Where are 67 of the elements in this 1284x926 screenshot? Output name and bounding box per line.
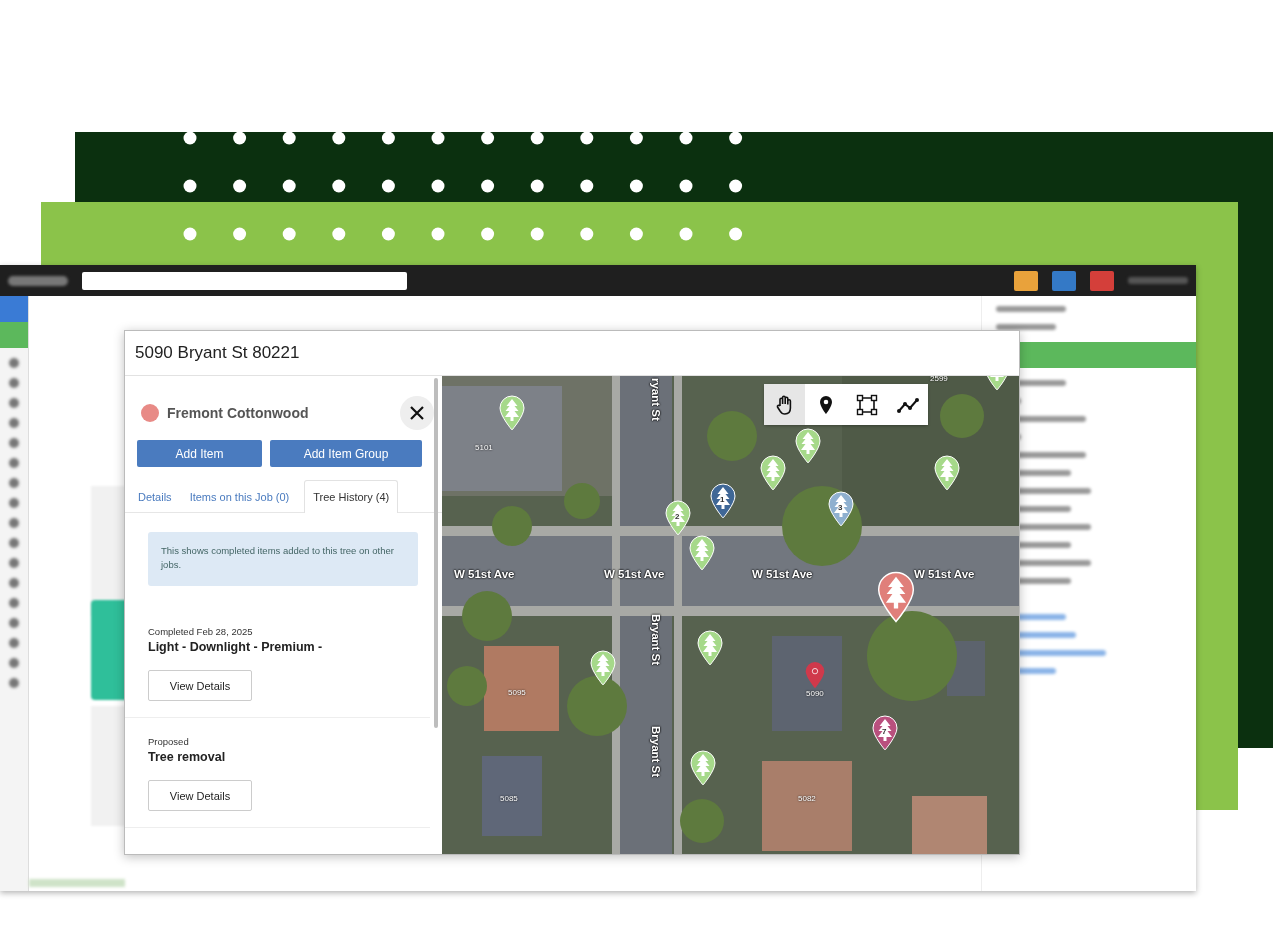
street-label: W 51st Ave (454, 568, 515, 580)
tree-pin-icon[interactable] (689, 535, 715, 571)
location-pin-icon[interactable] (805, 661, 825, 689)
house-number: 2599 (930, 376, 948, 383)
pin-number: 2 (675, 512, 680, 521)
tree-pin-icon[interactable] (872, 715, 898, 751)
tree-pin-icon[interactable] (590, 650, 616, 686)
add-item-group-button[interactable]: Add Item Group (270, 440, 422, 467)
scrollbar[interactable] (434, 378, 438, 728)
tree-canopy (680, 799, 724, 843)
pin-number: 1 (720, 495, 725, 504)
pin-number: 3 (838, 503, 843, 512)
tree-canopy (567, 676, 627, 736)
blurred-logo (8, 275, 68, 286)
street-label: Bryant St (649, 726, 662, 778)
street-label: ryant St (649, 378, 662, 421)
tree-pin-icon[interactable] (690, 750, 716, 786)
history-title: Light - Downlight - Premium - (148, 640, 324, 654)
map-tool-button[interactable] (887, 384, 928, 425)
street-label: W 51st Ave (752, 568, 813, 580)
house-number: 5085 (500, 794, 518, 803)
tree-name: Fremont Cottonwood (167, 405, 310, 421)
tab[interactable]: Tree History (4) (304, 480, 399, 513)
info-notice: This shows completed items added to this tree on other jobs. (148, 532, 418, 586)
tree-pin-icon[interactable] (934, 455, 960, 491)
history-status: Completed Feb 28, 2025 (148, 626, 254, 637)
toolbar-button[interactable] (1090, 270, 1114, 291)
history-status: Proposed (148, 736, 190, 747)
blurred-user-name (1128, 277, 1188, 284)
map-tool-button[interactable] (805, 384, 846, 425)
map-tool-button[interactable] (764, 384, 805, 425)
add-item-button[interactable]: Add Item (137, 440, 262, 467)
street-label: W 51st Ave (914, 568, 975, 580)
tree-canopy (462, 591, 512, 641)
tree-pin-icon[interactable] (760, 455, 786, 491)
history-title: Tree removal (148, 750, 227, 764)
select-area-icon (855, 393, 878, 416)
tree-pin-icon[interactable] (710, 483, 736, 519)
blurred-line (996, 324, 1056, 330)
street-label: Bryant St (649, 614, 662, 666)
tree-canopy (564, 483, 600, 519)
tree-canopy (492, 506, 532, 546)
house-number: 5090 (806, 689, 824, 698)
tab[interactable]: Items on this Job (0) (180, 480, 299, 513)
toolbar-button[interactable] (1052, 270, 1076, 291)
tree-pin-icon[interactable] (499, 395, 525, 431)
pin-number: 7 (882, 727, 887, 736)
tree-canopy (707, 411, 757, 461)
tab[interactable]: Details (129, 480, 181, 513)
close-button[interactable] (400, 396, 434, 430)
house-number: 5082 (798, 794, 816, 803)
house-number: 5095 (508, 688, 526, 697)
tree-canopy (447, 666, 487, 706)
tree-pin-icon[interactable] (697, 630, 723, 666)
toolbar-button[interactable] (1014, 270, 1038, 291)
blurred-line (996, 306, 1066, 312)
close-icon (409, 405, 425, 421)
tree-pin-icon[interactable] (828, 491, 854, 527)
tree-canopy (940, 394, 984, 438)
house-number: 5101 (475, 443, 493, 452)
tree-pin-icon[interactable] (877, 571, 915, 623)
search-field[interactable] (82, 271, 407, 290)
view-details-button[interactable]: View Details (148, 670, 252, 701)
street-label: W 51st Ave (604, 568, 665, 580)
tree-pin-icon[interactable] (795, 428, 821, 464)
tree-pin-icon[interactable] (665, 500, 691, 536)
view-details-button[interactable]: View Details (148, 780, 252, 811)
